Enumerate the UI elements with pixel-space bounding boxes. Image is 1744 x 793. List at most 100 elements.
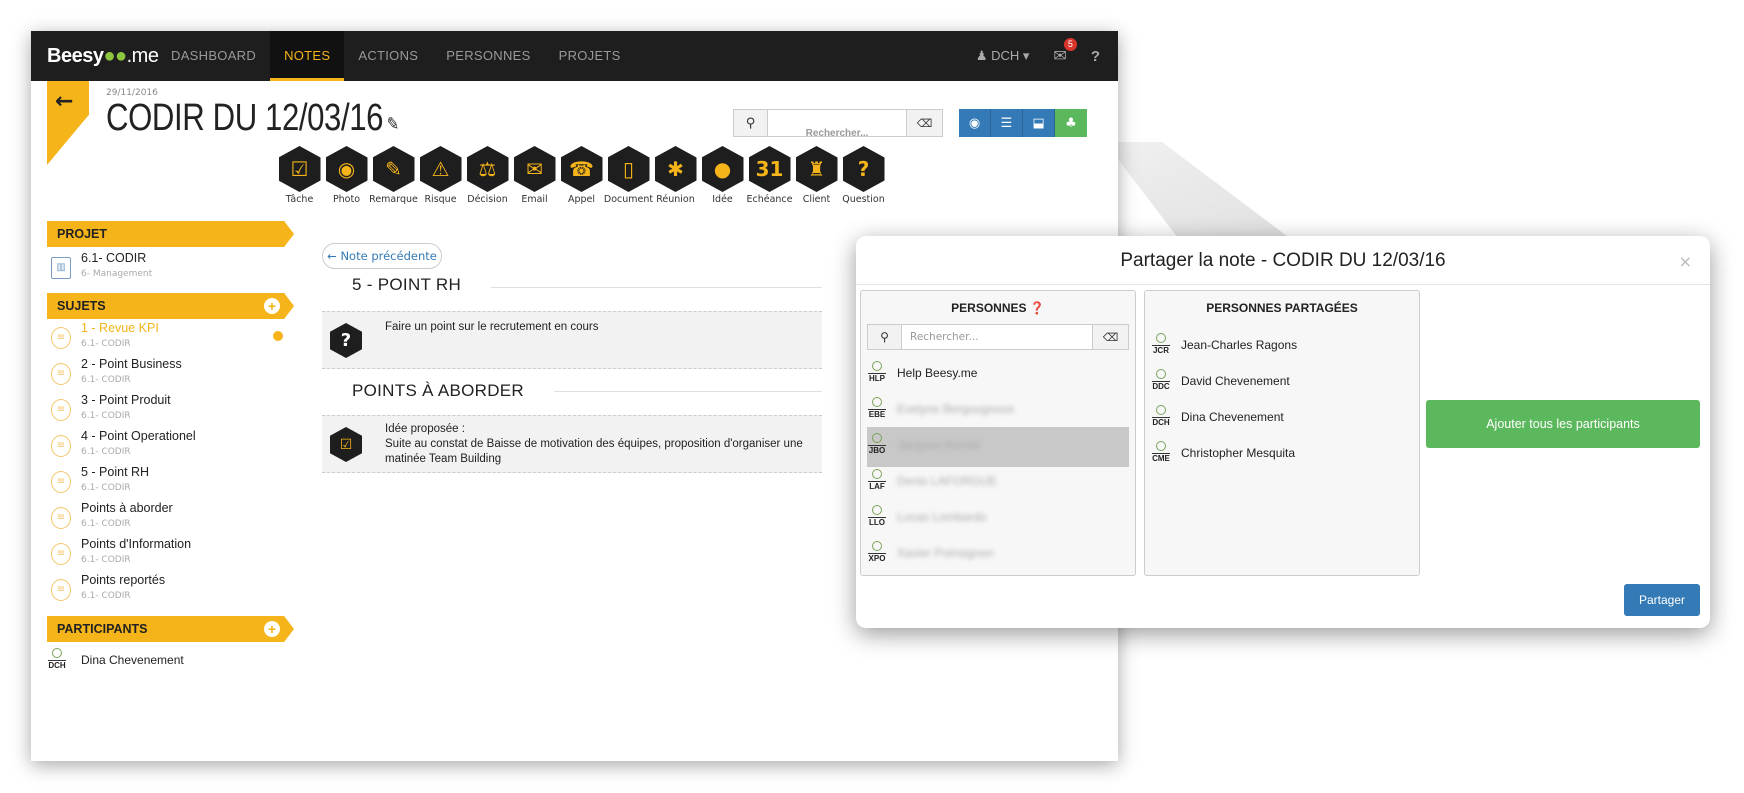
nav-projets[interactable]: PROJETS <box>545 31 635 81</box>
sujet-item[interactable]: ≡ 2 - Point Business 6.1- CODIR <box>47 355 287 391</box>
mail-button[interactable]: ✉ 5 <box>1053 38 1077 66</box>
person-item[interactable]: HLP Help Beesy.me <box>867 355 1129 395</box>
eraser-icon[interactable]: ⌫ <box>906 110 942 136</box>
list-icon: ≡ <box>51 471 71 493</box>
search-icon[interactable]: ⚲ <box>734 110 768 136</box>
tool-10[interactable]: 31 Echéance <box>746 146 793 205</box>
sujet-name: Points d'Information <box>81 537 192 551</box>
person-item[interactable]: LAF Denis LAFORGUE <box>867 463 1129 503</box>
sujet-item[interactable]: ≡ 4 - Point Operationel 6.1- CODIR <box>47 427 287 463</box>
nav-personnes[interactable]: PERSONNES <box>432 31 544 81</box>
sujet-sub: 6.1- CODIR <box>81 555 131 565</box>
tool-label: Email <box>521 194 548 205</box>
question-icon: ? <box>330 323 362 358</box>
tool-8[interactable]: ✱ Réunion <box>652 146 699 205</box>
sujet-item[interactable]: ≡ Points d'Information 6.1- CODIR <box>47 535 287 571</box>
avatar: XPO <box>867 541 887 569</box>
sujet-item[interactable]: ≡ 1 - Revue KPI 6.1- CODIR <box>47 319 287 355</box>
note-item-text: Idée proposée : Suite au constat de Baiss… <box>385 423 803 465</box>
nav-dashboard[interactable]: DASHBOARD <box>157 31 270 81</box>
tool-icon: 31 <box>748 146 791 192</box>
list-icon: ≡ <box>51 435 71 457</box>
close-icon[interactable]: × <box>1679 252 1692 271</box>
tool-label: Idée <box>712 194 733 205</box>
logo[interactable]: Beesy●●.me <box>47 45 159 68</box>
add-participant-icon[interactable]: + <box>264 621 280 637</box>
help-icon[interactable]: ? <box>1091 48 1100 65</box>
person-name: David Chevenement <box>1181 374 1290 388</box>
tool-9[interactable]: ● Idée <box>699 146 746 205</box>
eraser-icon[interactable]: ⌫ <box>1092 325 1128 349</box>
tool-icon: ⚠ <box>419 146 462 192</box>
note-item-question[interactable]: ? Faire un point sur le recrutement en c… <box>322 311 822 369</box>
search-icon[interactable]: ⚲ <box>868 325 902 349</box>
nav-actions[interactable]: ACTIONS <box>344 31 432 81</box>
person-item[interactable]: LLO Lucas Lombardo <box>867 499 1129 539</box>
person-item[interactable]: DDC David Chevenement <box>1151 363 1413 403</box>
sliders-icon[interactable]: ☰ <box>991 109 1023 137</box>
binder-icon: ▥ <box>51 257 71 279</box>
back-button[interactable]: ← <box>47 81 89 165</box>
tool-12[interactable]: ? Question <box>840 146 887 205</box>
edit-icon[interactable]: ✎ <box>383 114 399 134</box>
avatar: DCH <box>47 648 67 676</box>
sujet-item[interactable]: ≡ Points à aborder 6.1- CODIR <box>47 499 287 535</box>
tool-6[interactable]: ☎ Appel <box>558 146 605 205</box>
sujet-item[interactable]: ≡ 5 - Point RH 6.1- CODIR <box>47 463 287 499</box>
tool-11[interactable]: ♜ Client <box>793 146 840 205</box>
tool-0[interactable]: ☑ Tâche <box>276 146 323 205</box>
personnes-panel: PERSONNES ❓ ⚲ Rechercher... ⌫ HLP Help Be… <box>860 290 1136 576</box>
tool-4[interactable]: ⚖ Décision <box>464 146 511 205</box>
modal-divider <box>856 284 1710 285</box>
eye-icon[interactable]: ◉ <box>959 109 991 137</box>
share-button[interactable]: Partager <box>1624 584 1700 616</box>
person-item[interactable]: XPO Xavier Poinsignon <box>867 535 1129 575</box>
list-icon: ≡ <box>51 579 71 601</box>
tool-label: Document <box>603 194 654 205</box>
add-sujet-icon[interactable]: + <box>264 298 280 314</box>
page-title: CODIR DU 12/03/16 ✎ <box>106 97 399 139</box>
tool-7[interactable]: ▯ Document <box>603 146 654 205</box>
person-item[interactable]: EBE Evelyne Bergougnoux <box>867 391 1129 431</box>
navbar-right: ♟ DCH ▾ ✉ 5 ? <box>976 31 1100 81</box>
search-input[interactable]: Rechercher... <box>902 325 1092 349</box>
list-icon: ≡ <box>51 399 71 421</box>
user-menu[interactable]: ♟ DCH ▾ <box>976 48 1030 64</box>
share-users-icon[interactable]: ♣ <box>1055 109 1087 137</box>
tool-1[interactable]: ◉ Photo <box>323 146 370 205</box>
tool-icon: ☑ <box>278 146 321 192</box>
list-icon: ≡ <box>51 327 71 349</box>
tool-label: Risque <box>424 194 457 205</box>
previous-note-button[interactable]: ← Note précédente <box>322 243 442 269</box>
share-modal: Partager la note - CODIR DU 12/03/16 × P… <box>856 236 1710 628</box>
sujet-name: Points à aborder <box>81 501 173 515</box>
sujet-name: 3 - Point Produit <box>81 393 171 407</box>
sidebar-header-projet: PROJET <box>47 221 294 247</box>
nav-notes[interactable]: NOTES <box>270 31 345 81</box>
person-item[interactable]: DCH Dina Chevenement <box>1151 399 1413 439</box>
sidebar-header-participants: PARTICIPANTS + <box>47 616 294 642</box>
sidebar-projet-item[interactable]: ▥ 6.1- CODIR 6- Management <box>47 249 287 285</box>
participant-item[interactable]: DCH Dina Chevenement <box>47 642 309 682</box>
avatar: JCR <box>1151 333 1171 361</box>
avatar: JBO <box>867 433 887 461</box>
avatar: EBE <box>867 397 887 425</box>
note-item-idea[interactable]: ☑ Idée proposée : Suite au constat de Bai… <box>322 415 822 473</box>
person-name: Jean-Charles Ragons <box>1181 338 1298 352</box>
search-input[interactable]: Rechercher... <box>768 120 906 139</box>
personnes-search: ⚲ Rechercher... ⌫ <box>867 324 1129 350</box>
export-icon[interactable]: ⬓ <box>1023 109 1055 137</box>
person-name: Denis LAFORGUE <box>897 474 998 488</box>
note-toolbar: ☑ Tâche ◉ Photo ✎ Remarque ⚠ Risque ⚖ Décision ✉ Em… <box>276 146 887 205</box>
user-icon: ♟ <box>975 48 992 63</box>
person-item[interactable]: JCR Jean-Charles Ragons <box>1151 327 1413 367</box>
sujet-item[interactable]: ≡ 3 - Point Produit 6.1- CODIR <box>47 391 287 427</box>
tool-2[interactable]: ✎ Remarque <box>369 146 418 205</box>
tool-3[interactable]: ⚠ Risque <box>417 146 464 205</box>
add-all-participants-button[interactable]: Ajouter tous les participants <box>1426 400 1700 448</box>
sujet-item[interactable]: ≡ Points reportés 6.1- CODIR <box>47 571 287 607</box>
tool-5[interactable]: ✉ Email <box>511 146 558 205</box>
task-list-icon: ☑ <box>330 427 362 462</box>
person-item[interactable]: JBO Jacques Bordel <box>867 427 1129 467</box>
person-item[interactable]: CME Christopher Mesquita <box>1151 435 1413 475</box>
